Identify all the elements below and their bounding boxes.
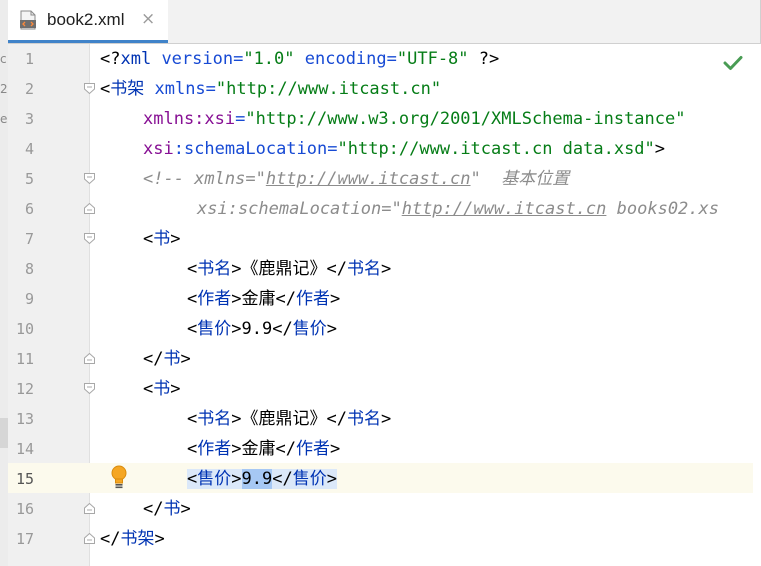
code-line-5[interactable]: <!-- xmlns="http://www.itcast.cn" 基本位置 xyxy=(143,164,569,194)
tab-book2-xml[interactable]: book2.xml × xyxy=(8,0,168,43)
line-number[interactable]: 2 xyxy=(8,74,34,104)
fold-close-icon[interactable] xyxy=(84,533,95,544)
checkmark-icon[interactable] xyxy=(723,55,743,71)
code-line-6[interactable]: xsi:schemaLocation="http://www.itcast.cn… xyxy=(197,194,719,224)
code-line-16[interactable]: </书> xyxy=(143,494,191,524)
code-line-9[interactable]: <作者>金庸</作者> xyxy=(187,284,340,314)
code-line-3[interactable]: xmlns:xsi="http://www.w3.org/2001/XMLSch… xyxy=(143,104,685,134)
left-strip-char: 2 xyxy=(0,82,8,96)
line-number[interactable]: 1 xyxy=(8,44,34,74)
left-strip-block xyxy=(0,418,8,448)
code-line-8[interactable]: <书名>《鹿鼎记》</书名> xyxy=(187,254,391,284)
fold-open-icon[interactable] xyxy=(84,173,95,184)
line-number[interactable]: 17 xyxy=(8,524,34,554)
code-line-13[interactable]: <书名>《鹿鼎记》</书名> xyxy=(187,404,391,434)
code-line-17[interactable]: </书架> xyxy=(100,524,165,554)
fold-close-icon[interactable] xyxy=(84,203,95,214)
code-line-4[interactable]: xsi:schemaLocation="http://www.itcast.cn… xyxy=(143,134,665,164)
code-line-12[interactable]: <书> xyxy=(143,374,181,404)
line-number[interactable]: 5 xyxy=(8,164,34,194)
code-line-14[interactable]: <作者>金庸</作者> xyxy=(187,434,340,464)
fold-open-icon[interactable] xyxy=(84,233,95,244)
tab-title: book2.xml xyxy=(47,10,125,29)
code-line-15[interactable]: <售价>9.9</售价> xyxy=(187,464,337,494)
code-line-7[interactable]: <书> xyxy=(143,224,181,254)
fold-close-icon[interactable] xyxy=(84,503,95,514)
line-number[interactable]: 10 xyxy=(8,314,34,344)
line-number[interactable]: 11 xyxy=(8,344,34,374)
code-line-10[interactable]: <售价>9.9</售价> xyxy=(187,314,337,344)
fold-close-icon[interactable] xyxy=(84,353,95,364)
code-line-1[interactable]: <?xml version="1.0" encoding="UTF-8" ?> xyxy=(100,44,499,74)
line-number[interactable]: 3 xyxy=(8,104,34,134)
code-line-11[interactable]: </书> xyxy=(143,344,191,374)
line-number[interactable]: 16 xyxy=(8,494,34,524)
line-number[interactable]: 7 xyxy=(8,224,34,254)
xml-file-icon xyxy=(19,10,37,30)
line-number[interactable]: 12 xyxy=(8,374,34,404)
left-strip-char: c xyxy=(0,52,7,66)
line-number[interactable]: 4 xyxy=(8,134,34,164)
line-number[interactable]: 14 xyxy=(8,434,34,464)
close-icon[interactable]: × xyxy=(141,9,155,29)
line-number-current[interactable]: 15 xyxy=(8,464,34,494)
line-number[interactable]: 6 xyxy=(8,194,34,224)
selected-text: 9.9 xyxy=(241,469,273,489)
left-window-strip: c 2 e xyxy=(0,0,8,566)
lightbulb-icon[interactable] xyxy=(109,464,129,490)
line-number[interactable]: 13 xyxy=(8,404,34,434)
fold-open-icon[interactable] xyxy=(84,83,95,94)
line-number[interactable]: 9 xyxy=(8,284,34,314)
line-number[interactable]: 8 xyxy=(8,254,34,284)
left-strip-char: e xyxy=(0,112,8,126)
editor-tab-bar: book2.xml × xyxy=(8,0,761,44)
code-line-2[interactable]: <书架 xmlns="http://www.itcast.cn" xyxy=(100,74,441,104)
fold-open-icon[interactable] xyxy=(84,383,95,394)
